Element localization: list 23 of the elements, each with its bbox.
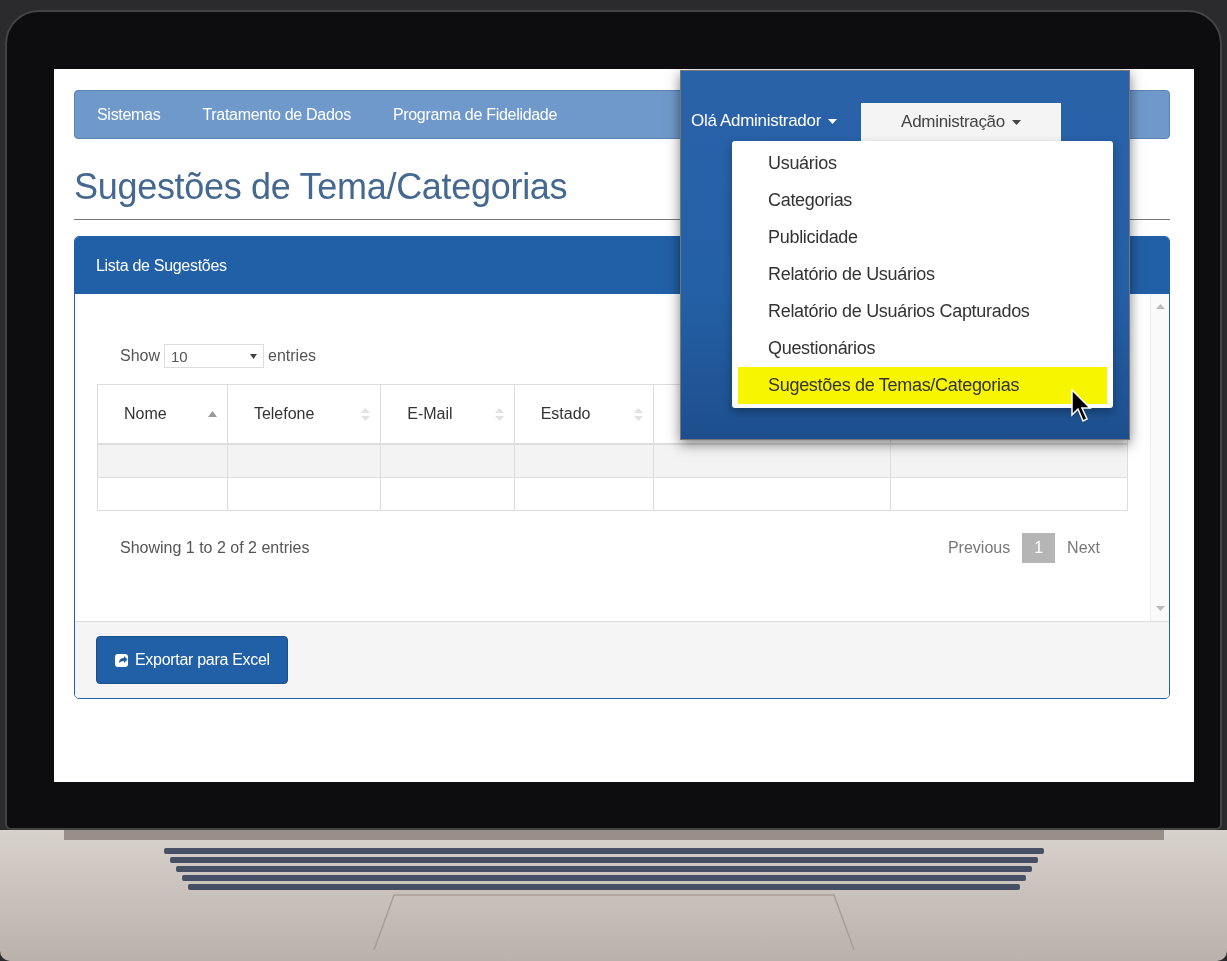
menu-item[interactable]: Categorias — [738, 182, 1107, 219]
next-link[interactable]: Next — [1055, 533, 1112, 563]
user-menu[interactable]: Olá Administrador — [691, 101, 837, 141]
show-label: Show — [120, 347, 161, 365]
menu-item[interactable]: Publicidade — [738, 219, 1107, 256]
menu-item[interactable]: Questionários — [738, 330, 1107, 367]
scroll-down-icon[interactable] — [1155, 606, 1165, 611]
page-size-select[interactable]: 10 — [164, 344, 265, 368]
panel-title: Lista de Sugestões — [96, 256, 227, 275]
menu-item[interactable]: Relatório de Usuários — [738, 256, 1107, 293]
table-info: Showing 1 to 2 of 2 entries — [120, 539, 310, 557]
menu-item[interactable]: Sugestões de Temas/Categorias — [738, 367, 1107, 404]
previous-link[interactable]: Previous — [935, 533, 1023, 563]
scroll-up-icon[interactable] — [1155, 304, 1165, 309]
caret-icon — [250, 353, 258, 359]
scrollbar[interactable] — [1150, 294, 1169, 621]
administration-menu[interactable]: Administração — [861, 103, 1061, 141]
share-icon — [114, 652, 130, 668]
entries-label: entries — [268, 347, 317, 365]
menu-item[interactable]: Relatório de Usuários Capturados — [738, 293, 1107, 330]
export-button[interactable]: Exportar para Excel — [96, 636, 288, 684]
caret-icon — [1011, 119, 1021, 125]
caret-icon — [828, 118, 837, 124]
